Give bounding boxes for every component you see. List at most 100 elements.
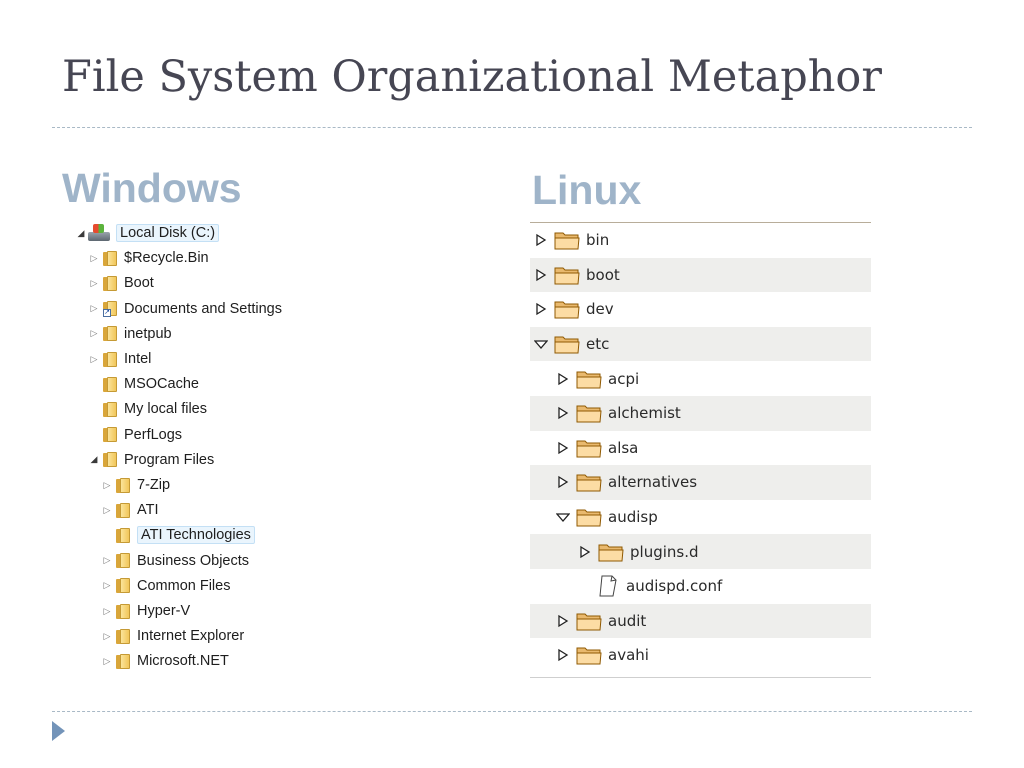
tree-item[interactable]: plugins.d — [530, 534, 871, 569]
collapsed-arrow-icon[interactable]: ▷ — [100, 580, 114, 591]
folder-icon — [103, 325, 117, 342]
collapsed-arrow-icon[interactable]: ▷ — [100, 505, 114, 516]
expanded-arrow-icon[interactable] — [556, 510, 570, 524]
tree-item-label: Local Disk (C:) — [116, 224, 220, 242]
local-disk-icon — [88, 224, 110, 242]
tree-item-label: boot — [586, 265, 620, 284]
collapsed-arrow-icon[interactable]: ▷ — [100, 631, 114, 642]
tree-item-label: etc — [586, 335, 610, 354]
folder-icon — [598, 544, 624, 562]
folder-icon — [103, 426, 117, 443]
folder-icon — [576, 440, 602, 458]
folder-icon — [116, 477, 130, 494]
tree-item[interactable]: ▷ Common Files — [100, 575, 231, 597]
folder-icon — [554, 336, 580, 354]
tree-item[interactable]: PerfLogs — [87, 424, 182, 446]
collapsed-arrow-icon[interactable] — [556, 406, 570, 420]
collapsed-arrow-icon[interactable]: ▷ — [100, 656, 114, 667]
collapsed-arrow-icon[interactable] — [578, 545, 592, 559]
tree-item[interactable]: My local files — [87, 398, 207, 420]
folder-icon — [116, 653, 130, 670]
tree-item-label: avahi — [608, 646, 649, 665]
slide-title: File System Organizational Metaphor — [62, 52, 882, 102]
tree-item-label: ATI Technologies — [137, 526, 255, 545]
folder-icon — [116, 552, 130, 569]
tree-item-label: 7-Zip — [137, 477, 171, 493]
collapsed-arrow-icon[interactable] — [556, 441, 570, 455]
tree-item[interactable]: alternatives — [530, 465, 871, 500]
tree-item-label: MSOCache — [124, 376, 199, 393]
tree-item[interactable]: ATI Technologies — [100, 524, 255, 546]
tree-item-label: Boot — [124, 275, 154, 292]
tree-item[interactable]: ▷ ATI — [100, 499, 159, 521]
expanded-arrow-icon[interactable]: ◢ — [87, 454, 101, 465]
tree-item[interactable]: ▷ 7-Zip — [100, 474, 171, 496]
tree-item-label: alchemist — [608, 404, 681, 423]
tree-item[interactable]: ▷ Business Objects — [100, 550, 250, 572]
tree-item[interactable]: MSOCache — [87, 373, 199, 395]
tree-item-label: alsa — [608, 438, 639, 457]
tree-item[interactable]: ▷ $Recycle.Bin — [87, 247, 209, 269]
tree-item-label: acpi — [608, 369, 640, 388]
tree-item[interactable]: ▷ Boot — [87, 272, 154, 294]
folder-icon — [576, 405, 602, 423]
tree-item-label: Internet Explorer — [137, 628, 245, 645]
tree-item-label: Hyper-V — [137, 603, 191, 619]
collapsed-arrow-icon[interactable]: ▷ — [100, 555, 114, 566]
expanded-arrow-icon[interactable]: ◢ — [74, 228, 88, 239]
linux-folder-tree: bin boot dev etc acpi alchemist alsa alternativ… — [530, 222, 871, 678]
collapsed-arrow-icon[interactable] — [556, 614, 570, 628]
collapsed-arrow-icon[interactable]: ▷ — [87, 278, 101, 289]
expanded-arrow-icon[interactable] — [534, 337, 548, 351]
collapsed-arrow-icon[interactable] — [534, 268, 548, 282]
folder-icon — [103, 351, 117, 368]
tree-item[interactable]: alchemist — [530, 396, 871, 431]
shortcut-arrow-icon: ↗ — [103, 309, 111, 318]
tree-item-label: ATI — [137, 502, 159, 519]
folder-icon — [103, 275, 117, 292]
tree-item[interactable]: ▷ ↗ Documents and Settings — [87, 298, 282, 320]
collapsed-arrow-icon[interactable] — [556, 648, 570, 662]
folder-icon — [576, 613, 602, 631]
tree-item[interactable]: audisp — [530, 500, 871, 535]
collapsed-arrow-icon[interactable] — [534, 302, 548, 316]
collapsed-arrow-icon[interactable] — [556, 475, 570, 489]
collapsed-arrow-icon[interactable]: ▷ — [100, 606, 114, 617]
tree-item-label: audisp — [608, 508, 658, 527]
tree-item[interactable]: avahi — [530, 638, 871, 673]
tree-item[interactable]: ▷ Internet Explorer — [100, 625, 245, 647]
tree-item[interactable]: etc — [530, 326, 871, 362]
tree-item[interactable]: audispd.conf — [530, 569, 871, 604]
collapsed-arrow-icon[interactable]: ▷ — [100, 480, 114, 491]
tree-item[interactable]: boot — [530, 257, 871, 293]
collapsed-arrow-icon[interactable]: ▷ — [87, 354, 101, 365]
collapsed-arrow-icon[interactable]: ▷ — [87, 328, 101, 339]
folder-icon — [116, 577, 130, 594]
folder-icon — [576, 647, 602, 665]
tree-item-label: Common Files — [137, 577, 231, 594]
collapsed-arrow-icon[interactable] — [534, 233, 548, 247]
folder-icon — [554, 301, 580, 319]
tree-item[interactable]: bin — [530, 223, 871, 258]
tree-item[interactable]: ◢ Program Files — [87, 449, 215, 471]
tree-item[interactable]: dev — [530, 292, 871, 327]
tree-item-label: plugins.d — [630, 542, 699, 561]
tree-item-label: Documents and Settings — [124, 300, 282, 317]
collapsed-arrow-icon[interactable]: ▷ — [87, 253, 101, 264]
tree-item[interactable]: ◢ Local Disk (C:) — [74, 222, 220, 244]
tree-item[interactable]: audit — [530, 603, 871, 639]
tree-item[interactable]: ▷ Microsoft.NET — [100, 650, 229, 672]
folder-icon — [116, 527, 130, 544]
windows-heading: Windows — [62, 165, 242, 211]
tree-item[interactable]: ▷ Hyper-V — [100, 600, 191, 622]
tree-item[interactable]: acpi — [530, 361, 871, 396]
tree-item[interactable]: ▷ Intel — [87, 348, 152, 370]
tree-item[interactable]: ▷ inetpub — [87, 323, 172, 345]
tree-item-label: bin — [586, 231, 610, 250]
tree-item[interactable]: alsa — [530, 431, 871, 466]
tree-item-label: Intel — [124, 351, 152, 367]
linux-heading: Linux — [532, 167, 642, 213]
collapsed-arrow-icon[interactable] — [556, 372, 570, 386]
folder-icon — [103, 451, 117, 468]
collapsed-arrow-icon[interactable]: ▷ — [87, 303, 101, 314]
